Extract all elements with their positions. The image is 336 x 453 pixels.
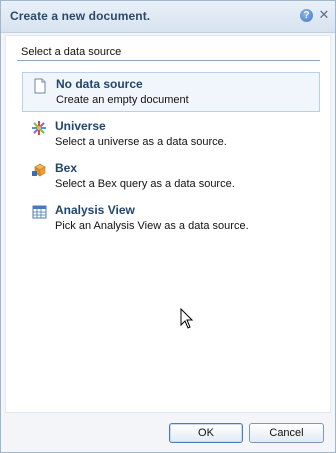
option-description: Pick an Analysis View as a data source.	[55, 220, 249, 232]
option-description: Create an empty document	[56, 94, 189, 106]
section-label: Select a data source	[21, 46, 122, 58]
bex-query-icon	[31, 162, 47, 178]
analysis-view-icon	[31, 204, 47, 220]
help-icon[interactable]: ?	[300, 9, 313, 22]
dialog-titlebar: Create a new document. ? ✕	[1, 1, 335, 33]
option-description: Select a universe as a data source.	[55, 136, 227, 148]
mouse-pointer-icon	[180, 307, 194, 330]
option-no-data-source[interactable]: No data source Create an empty document	[22, 72, 320, 112]
option-title: Analysis View	[55, 203, 135, 217]
close-icon[interactable]: ✕	[317, 8, 331, 22]
section-divider	[17, 60, 320, 61]
cancel-button[interactable]: Cancel	[249, 423, 324, 443]
option-title: No data source	[56, 77, 143, 91]
blank-document-icon	[32, 78, 48, 94]
option-title: Bex	[55, 161, 78, 175]
option-bex[interactable]: Bex Select a Bex query as a data source.	[22, 157, 320, 197]
dialog-footer: OK Cancel	[1, 413, 335, 452]
option-description: Select a Bex query as a data source.	[55, 178, 235, 190]
dialog-title: Create a new document.	[10, 9, 151, 23]
universe-icon	[31, 120, 47, 136]
option-analysis-view[interactable]: Analysis View Pick an Analysis View as a…	[22, 199, 320, 239]
create-document-dialog: Create a new document. ? ✕ Select a data…	[0, 0, 336, 453]
dialog-content: Select a data source No data source Crea…	[5, 35, 331, 413]
option-universe[interactable]: Universe Select a universe as a data sou…	[22, 115, 320, 155]
option-title: Universe	[55, 119, 106, 133]
ok-button[interactable]: OK	[169, 423, 243, 443]
